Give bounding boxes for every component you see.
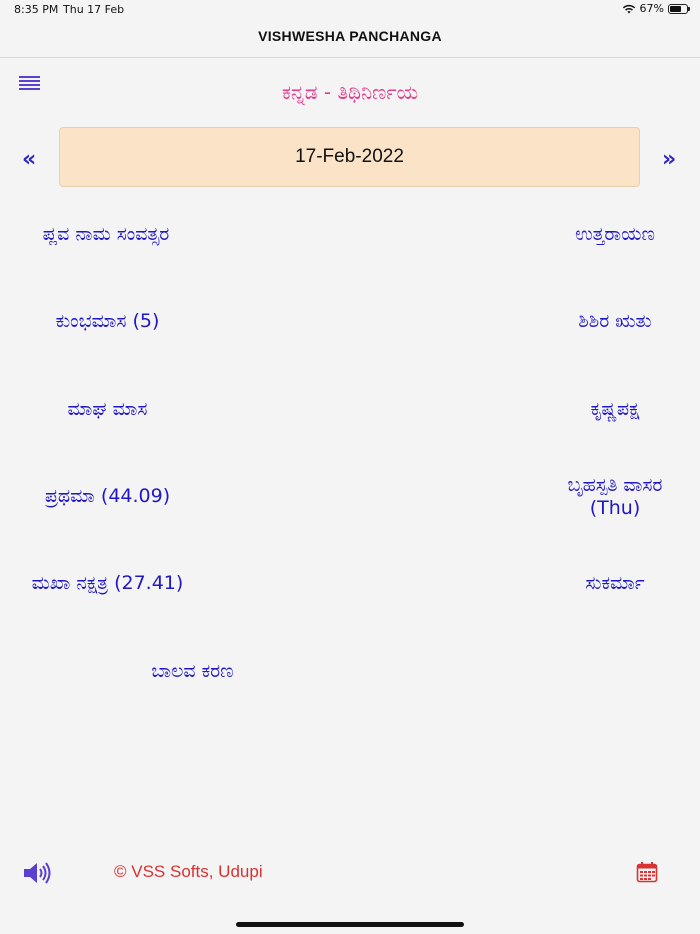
yoga-text: ಸುಕರ್ಮಾ	[585, 572, 645, 594]
tithi-text: ಪ್ರಥಮಾ (44.09)	[44, 485, 171, 507]
home-indicator[interactable]	[236, 922, 464, 927]
status-date: Thu 17 Feb	[63, 3, 125, 16]
nakshatra-text: ಮಖಾ ನಕ್ಷತ್ರ (27.41)	[31, 572, 184, 594]
samvatsara-text: ಪ್ಲವ ನಾಮ ಸಂವತ್ಸರ	[42, 223, 170, 245]
ayana-text: ಉತ್ತರಾಯಣ	[575, 223, 655, 245]
rutu-text: ಶಿಶಿರ ಋತು	[578, 310, 652, 332]
prev-date-button[interactable]: «	[22, 147, 36, 172]
status-time: 8:35 PM	[14, 3, 59, 16]
battery-level	[670, 5, 681, 12]
language-title[interactable]: ಕನ್ನಡ - ತಿಥಿನಿರ್ಣಯ	[0, 80, 700, 104]
date-field[interactable]: 17-Feb-2022	[59, 127, 640, 187]
battery-percent: 67%	[639, 2, 664, 15]
speaker-icon[interactable]	[22, 860, 52, 886]
chandra-masa-text: ಮಾಘ ಮಾಸ	[67, 398, 148, 420]
status-right: 67%	[622, 2, 690, 15]
saura-masa-text: ಕುಂಭಮಾಸ (5)	[55, 310, 160, 332]
vasara-short-text: (Thu)	[589, 497, 641, 519]
vasara-text: ಬೃಹಸ್ಪತಿ ವಾಸರ	[567, 474, 663, 496]
status-bar: 8:35 PM Thu 17 Feb 67%	[0, 0, 700, 20]
paksha-text: ಕೃಷ್ಣಪಕ್ಷ	[590, 398, 640, 420]
nav-divider	[0, 57, 700, 58]
karana-text: ಬಾಲವ ಕರಣ	[151, 660, 234, 682]
footer-credit: © VSS Softs, Udupi	[114, 862, 263, 881]
battery-icon	[668, 3, 690, 14]
wifi-icon	[622, 4, 635, 13]
app-title: VISHWESHA PANCHANGA	[258, 28, 442, 44]
calendar-icon[interactable]	[636, 861, 658, 883]
next-date-button[interactable]: »	[662, 147, 676, 172]
